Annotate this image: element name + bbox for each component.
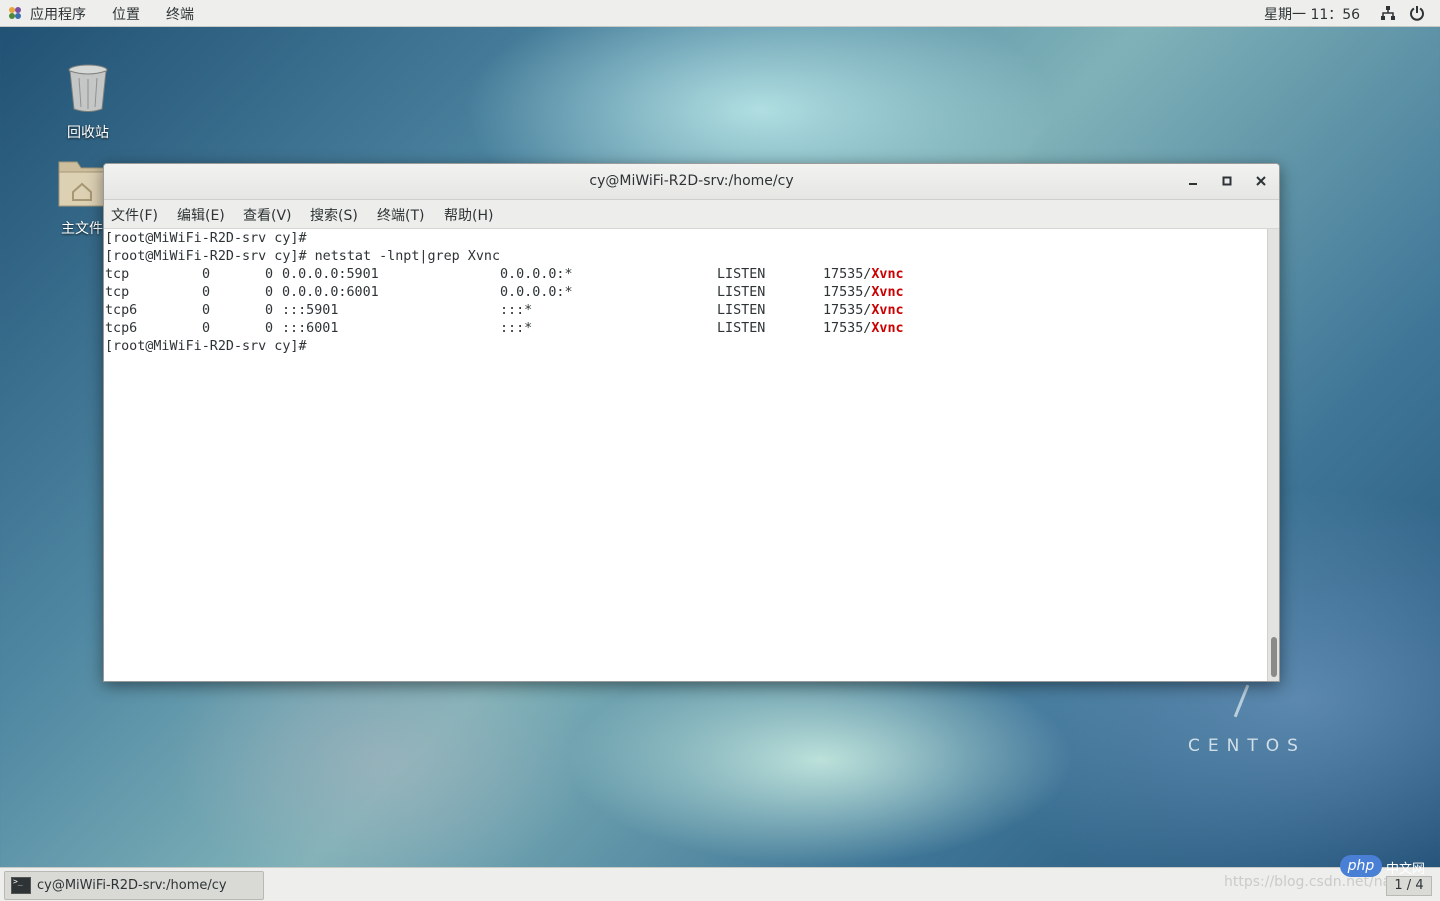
cell-foreign: 0.0.0.0:* <box>500 285 573 300</box>
centos-watermark: CENTOS <box>1188 736 1306 756</box>
cell-pid: 17535/Xvnc <box>823 284 904 302</box>
terminal-line: [root@MiWiFi-R2D-srv cy]# <box>105 230 307 248</box>
cell-pid: 17535/Xvnc <box>823 266 904 284</box>
desktop-trash[interactable]: 回收站 <box>58 62 118 142</box>
trash-icon <box>68 64 108 112</box>
maximize-icon <box>1222 176 1232 186</box>
menu-applications[interactable]: 应用程序 <box>30 4 86 24</box>
cell-recv: 0 <box>202 303 211 318</box>
cell-recv: 0 <box>202 321 211 336</box>
menu-places[interactable]: 位置 <box>112 4 140 24</box>
cell-local: :::5901 <box>282 303 339 318</box>
cell-proto: tcp <box>105 267 130 282</box>
cell-local: 0.0.0.0:6001 <box>282 285 379 300</box>
network-icon[interactable] <box>1381 6 1395 20</box>
terminal-window[interactable]: cy@MiWiFi-R2D-srv:/home/cy 文件(F) 编辑(E) 查… <box>103 163 1280 682</box>
workspace-indicator[interactable]: 1 / 4 <box>1386 876 1432 896</box>
terminal-line: [root@MiWiFi-R2D-srv cy]# netstat -lnpt|… <box>105 248 500 266</box>
menu-view[interactable]: 查看(V) <box>243 205 292 225</box>
table-row: tcp6 0 0:::6001:::* LISTEN 17535/Xvnc <box>104 320 1264 338</box>
command: netstat -lnpt|grep Xvnc <box>306 249 501 264</box>
program-name: Xvnc <box>871 321 904 336</box>
top-panel: 应用程序 位置 终端 星期一 11：56 <box>0 0 1440 27</box>
menu-terminal[interactable]: 终端 <box>166 4 194 24</box>
table-row: tcp 0 0 0.0.0.0:5901 0.0.0.0:* LISTEN 17535/Xv… <box>104 266 1264 284</box>
cell-state: LISTEN <box>717 267 766 282</box>
terminal-line: [root@MiWiFi-R2D-srv cy]# <box>105 338 307 356</box>
terminal-app-icon <box>11 877 31 894</box>
clock[interactable]: 星期一 11：56 <box>1264 4 1360 24</box>
applications-icon[interactable] <box>8 6 22 20</box>
home-folder-icon <box>58 161 106 207</box>
cell-send: 0 <box>265 267 274 282</box>
program-name: Xvnc <box>871 303 904 318</box>
cell-send: 0 <box>265 303 274 318</box>
cell-pid: 17535/Xvnc <box>823 302 904 320</box>
pid: 17535/ <box>823 303 872 318</box>
maximize-button[interactable] <box>1220 174 1234 188</box>
taskbar-window-label: cy@MiWiFi-R2D-srv:/home/cy <box>37 878 227 893</box>
prompt: [root@MiWiFi-R2D-srv cy]# <box>105 231 307 246</box>
pid: 17535/ <box>823 267 872 282</box>
close-icon <box>1256 176 1266 186</box>
php-watermark-text: 中文网 <box>1386 862 1426 877</box>
menu-terminal-window[interactable]: 终端(T) <box>377 205 424 225</box>
cell-proto: tcp6 <box>105 321 138 336</box>
cell-proto: tcp <box>105 285 130 300</box>
terminal-output[interactable]: [root@MiWiFi-R2D-srv cy]# [root@MiWiFi-R… <box>104 229 1267 681</box>
window-title: cy@MiWiFi-R2D-srv:/home/cy <box>589 173 794 189</box>
program-name: Xvnc <box>871 267 904 282</box>
minimize-button[interactable] <box>1186 174 1200 188</box>
pid: 17535/ <box>823 285 872 300</box>
bottom-panel: cy@MiWiFi-R2D-srv:/home/cy https://blog.… <box>0 867 1440 901</box>
pid: 17535/ <box>823 321 872 336</box>
cell-state: LISTEN <box>717 303 766 318</box>
cell-foreign: :::* <box>500 321 533 336</box>
cell-foreign: :::* <box>500 303 533 318</box>
window-menubar: 文件(F) 编辑(E) 查看(V) 搜索(S) 终端(T) 帮助(H) <box>104 200 1279 229</box>
menu-help[interactable]: 帮助(H) <box>444 205 493 225</box>
prompt: [root@MiWiFi-R2D-srv cy]# <box>105 339 307 354</box>
cell-local: 0.0.0.0:5901 <box>282 267 379 282</box>
taskbar-window-button[interactable]: cy@MiWiFi-R2D-srv:/home/cy <box>4 871 264 900</box>
cell-pid: 17535/Xvnc <box>823 320 904 338</box>
close-button[interactable] <box>1254 174 1268 188</box>
cell-foreign: 0.0.0.0:* <box>500 267 573 282</box>
cell-send: 0 <box>265 321 274 336</box>
menu-edit[interactable]: 编辑(E) <box>177 205 225 225</box>
cell-local: :::6001 <box>282 321 339 336</box>
menu-search[interactable]: 搜索(S) <box>310 205 358 225</box>
cell-recv: 0 <box>202 267 211 282</box>
table-row: tcp 0 0 0.0.0.0:6001 0.0.0.0:* LISTEN 17535/Xv… <box>104 284 1264 302</box>
terminal-scrollbar[interactable] <box>1267 229 1279 681</box>
menu-file[interactable]: 文件(F) <box>111 205 158 225</box>
power-icon[interactable] <box>1409 5 1425 21</box>
cell-send: 0 <box>265 285 274 300</box>
program-name: Xvnc <box>871 285 904 300</box>
desktop-icon-label: 回收站 <box>67 125 109 141</box>
scrollbar-thumb[interactable] <box>1271 637 1277 677</box>
cell-state: LISTEN <box>717 285 766 300</box>
table-row: tcp6 0 0:::5901:::* LISTEN 17535/Xvnc <box>104 302 1264 320</box>
cell-proto: tcp6 <box>105 303 138 318</box>
window-titlebar[interactable]: cy@MiWiFi-R2D-srv:/home/cy <box>104 164 1279 200</box>
cell-state: LISTEN <box>717 321 766 336</box>
centos-logo-line <box>1233 684 1250 718</box>
prompt: [root@MiWiFi-R2D-srv cy]# <box>105 249 307 264</box>
cell-recv: 0 <box>202 285 211 300</box>
php-watermark-badge: php <box>1340 855 1382 877</box>
minimize-icon <box>1189 183 1197 185</box>
